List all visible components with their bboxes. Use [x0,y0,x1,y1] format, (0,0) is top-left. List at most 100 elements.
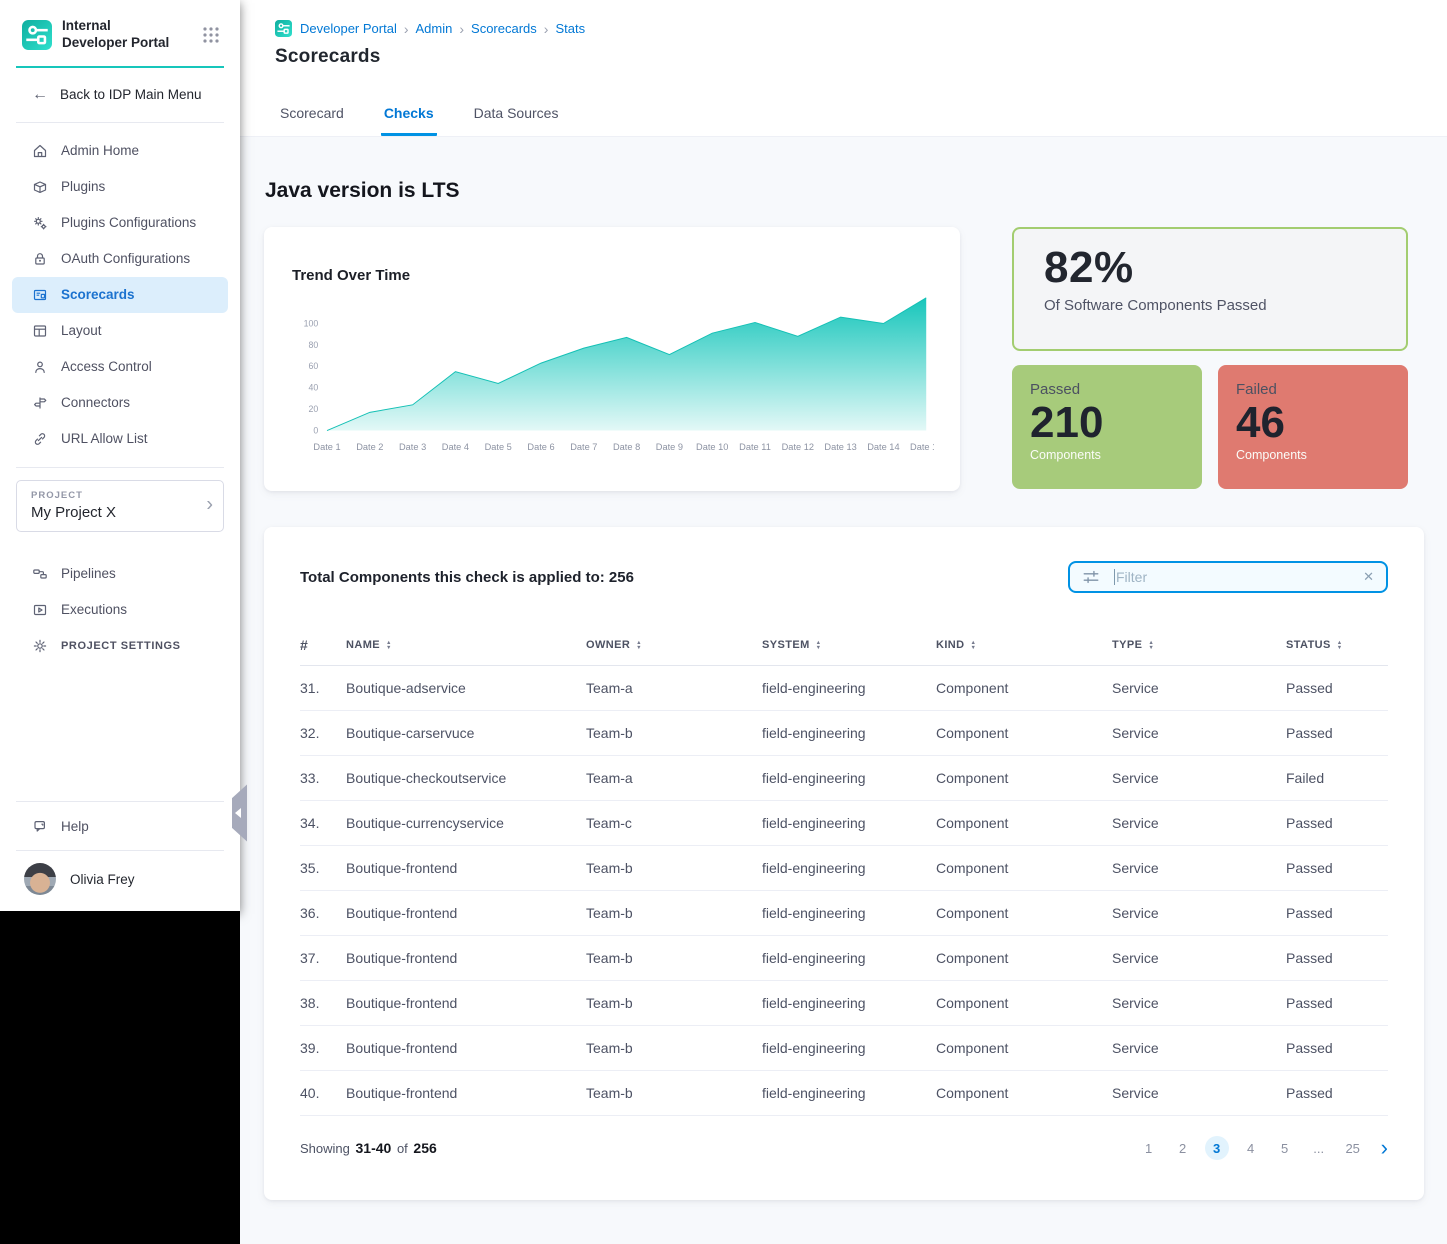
tab-checks[interactable]: Checks [381,105,437,136]
x-axis-label: Date 12 [782,442,814,452]
column-header-type[interactable]: TYPE▲▼ [1112,639,1286,651]
table-row[interactable]: 36.Boutique-frontendTeam-bfield-engineer… [300,891,1388,936]
passed-label: Passed [1030,381,1184,398]
cell-status: Passed [1286,815,1388,831]
sidebar-item-scorecards[interactable]: Scorecards [12,277,228,313]
sort-icon[interactable]: ▲▼ [971,641,977,650]
sort-icon[interactable]: ▲▼ [636,641,642,650]
cell-system: field-engineering [762,905,936,921]
table-row[interactable]: 34.Boutique-currencyserviceTeam-cfield-e… [300,801,1388,846]
column-header-name[interactable]: NAME▲▼ [346,639,586,651]
tab-data-sources[interactable]: Data Sources [471,105,562,136]
page-button-3[interactable]: 3 [1205,1136,1229,1160]
table-body: 31.Boutique-adserviceTeam-afield-enginee… [300,666,1388,1116]
project-selector[interactable]: PROJECT My Project X › [16,480,224,532]
cell-kind: Component [936,1085,1112,1101]
breadcrumb-link-developer-portal[interactable]: Developer Portal [300,21,397,36]
cell-name: Boutique-adservice [346,680,586,696]
cell-num: 36. [300,905,346,921]
signpost-icon [32,395,48,411]
cell-system: field-engineering [762,1085,936,1101]
sidebar-item-plugins[interactable]: Plugins [12,169,228,205]
table-row[interactable]: 40.Boutique-frontendTeam-bfield-engineer… [300,1071,1388,1116]
cell-status: Passed [1286,1040,1388,1056]
page-button-5[interactable]: 5 [1273,1136,1297,1160]
sort-icon[interactable]: ▲▼ [816,641,822,650]
table-row[interactable]: 32.Boutique-carservuceTeam-bfield-engine… [300,711,1388,756]
sidebar-item-connectors[interactable]: Connectors [12,385,228,421]
page-button-1[interactable]: 1 [1137,1136,1161,1160]
cell-type: Service [1112,905,1286,921]
x-axis-label: Date 14 [867,442,899,452]
filter-input[interactable] [1115,569,1361,585]
cell-kind: Component [936,680,1112,696]
cell-status: Failed [1286,770,1388,786]
table-row[interactable]: 31.Boutique-adserviceTeam-afield-enginee… [300,666,1388,711]
apps-grid-icon[interactable] [202,26,220,44]
cell-system: field-engineering [762,860,936,876]
table-row[interactable]: 37.Boutique-frontendTeam-bfield-engineer… [300,936,1388,981]
showing-label: Showing [300,1141,350,1156]
x-axis-label: Date 13 [824,442,856,452]
breadcrumb-link-stats[interactable]: Stats [555,21,585,36]
user-profile[interactable]: Olivia Frey [0,851,240,911]
sidebar-item-pipelines[interactable]: Pipelines [12,556,228,592]
tab-scorecard[interactable]: Scorecard [277,105,347,136]
avatar [24,863,56,895]
column-header-system[interactable]: SYSTEM▲▼ [762,639,936,651]
page-button-25[interactable]: 25 [1341,1136,1365,1160]
breadcrumb: Developer Portal › Admin › Scorecards › … [240,0,1447,37]
cell-status: Passed [1286,1085,1388,1101]
check-title: Java version is LTS [265,179,1424,203]
link-icon [32,431,48,447]
next-page-icon[interactable]: › [1381,1137,1388,1159]
column-header-status[interactable]: STATUS▲▼ [1286,639,1388,651]
table-row[interactable]: 33.Boutique-checkoutserviceTeam-afield-e… [300,756,1388,801]
cell-owner: Team-b [586,1085,762,1101]
breadcrumb-logo-icon [275,20,292,37]
breadcrumb-separator: › [544,22,549,36]
cell-owner: Team-b [586,905,762,921]
page-button-2[interactable]: 2 [1171,1136,1195,1160]
sort-icon[interactable]: ▲▼ [1148,641,1154,650]
x-axis-label: Date 2 [356,442,383,452]
column-header-num[interactable]: # [300,637,346,653]
sidebar-item-plugins-configurations[interactable]: Plugins Configurations [12,205,228,241]
table-row[interactable]: 39.Boutique-frontendTeam-bfield-engineer… [300,1026,1388,1071]
table-row[interactable]: 35.Boutique-frontendTeam-bfield-engineer… [300,846,1388,891]
breadcrumb-link-scorecards[interactable]: Scorecards [471,21,537,36]
cell-name: Boutique-frontend [346,860,586,876]
sidebar-item-project-settings[interactable]: PROJECT SETTINGS [12,628,228,664]
app-logo[interactable] [22,20,52,50]
help-chat-icon [32,818,48,834]
cell-type: Service [1112,1040,1286,1056]
filter-sliders-icon[interactable] [1082,568,1100,586]
breadcrumb-link-admin[interactable]: Admin [416,21,453,36]
x-axis-label: Date 9 [656,442,683,452]
clear-filter-icon[interactable]: ✕ [1361,567,1376,587]
sort-icon[interactable]: ▲▼ [386,641,392,650]
sort-icon[interactable]: ▲▼ [1337,641,1343,650]
back-to-idp-button[interactable]: ← Back to IDP Main Menu [0,68,240,122]
cell-status: Passed [1286,725,1388,741]
x-axis-label: Date 5 [485,442,512,452]
sidebar-item-access-control[interactable]: Access Control [12,349,228,385]
table-row[interactable]: 38.Boutique-frontendTeam-bfield-engineer… [300,981,1388,1026]
sidebar-item-admin-home[interactable]: Admin Home [12,133,228,169]
cell-num: 38. [300,995,346,1011]
column-header-owner[interactable]: OWNER▲▼ [586,639,762,651]
sidebar-item-oauth-configurations[interactable]: OAuth Configurations [12,241,228,277]
percent-value: 82% [1044,243,1376,293]
executions-icon [32,602,48,618]
sidebar-item-url-allow-list[interactable]: URL Allow List [12,421,228,457]
page-button-4[interactable]: 4 [1239,1136,1263,1160]
column-header-kind[interactable]: KIND▲▼ [936,639,1112,651]
sidebar-item-executions[interactable]: Executions [12,592,228,628]
x-axis-label: Date 11 [739,442,771,452]
percent-subtitle: Of Software Components Passed [1044,297,1376,314]
x-axis-label: Date 4 [442,442,469,452]
sidebar-item-layout[interactable]: Layout [12,313,228,349]
sidebar-item-help[interactable]: Help [12,808,228,844]
cell-num: 33. [300,770,346,786]
passed-card: Passed 210 Components [1012,365,1202,489]
